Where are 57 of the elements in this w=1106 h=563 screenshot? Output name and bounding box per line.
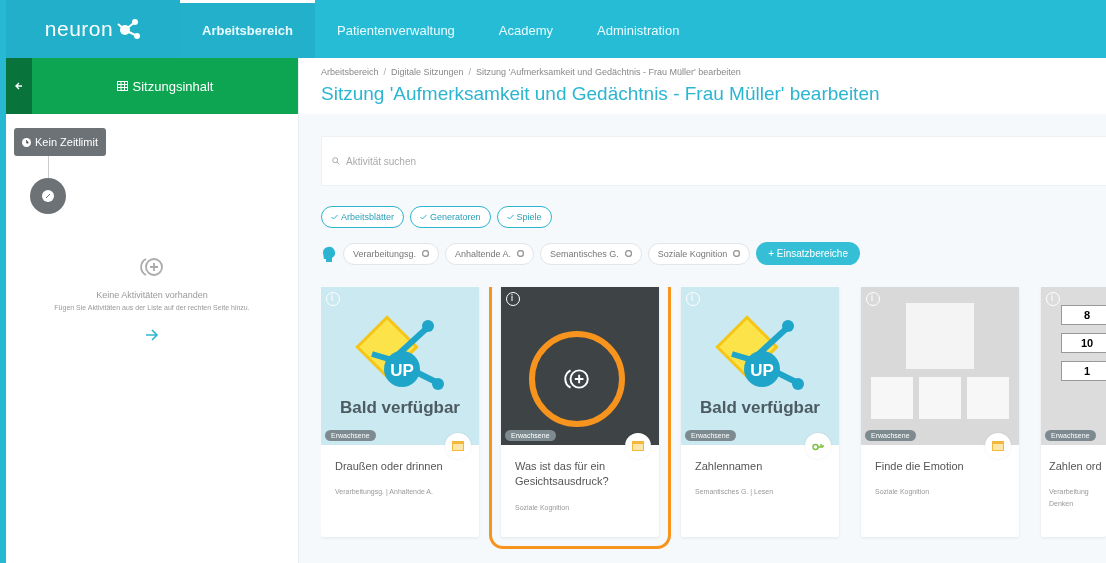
empty-state-title: Keine Aktivitäten vorhanden	[96, 290, 208, 300]
check-icon	[420, 214, 428, 220]
calendar-icon	[452, 441, 464, 451]
photo-placeholder	[906, 303, 974, 369]
logo-text: neuron	[44, 17, 114, 41]
card-title: Zahlennamen	[695, 459, 764, 474]
area-tag-label: Anhaltende A.	[455, 248, 512, 259]
filter-chip[interactable]: Generatoren	[410, 206, 491, 228]
area-tag-label: Semantisches G.	[550, 248, 619, 259]
nav-tab[interactable]: Academy	[476, 0, 576, 58]
calendar-icon	[992, 441, 1004, 451]
back-arrow-icon	[15, 82, 23, 90]
photo-placeholder	[919, 377, 961, 419]
number-tile: 1	[1061, 361, 1106, 381]
area-tag-label: Verarbeitungsg.	[353, 248, 417, 259]
area-tag[interactable]: Verarbeitungsg.	[343, 242, 440, 265]
table-icon	[116, 81, 128, 91]
time-limit-badge[interactable]: Kein Zeitlimit	[14, 128, 106, 156]
nav-tab[interactable]: Administration	[575, 0, 702, 58]
breadcrumb-link[interactable]: Digitale Sitzungen	[391, 67, 464, 77]
number-tile: 8	[1061, 305, 1106, 325]
card-title: Was ist das für ein Gesichtsausdruck?	[515, 459, 610, 490]
sidebar-title: Sitzungsinhalt	[132, 78, 214, 94]
card-title: Finde die Emotion	[875, 459, 965, 474]
page-title: Sitzung 'Aufmerksamkeit und Gedächtnis - Frau Müller' bearbeiten	[321, 83, 881, 105]
pencil-icon	[42, 190, 54, 202]
breadcrumb-separator: /	[468, 67, 472, 77]
area-tag-label: Soziale Kognition	[657, 248, 728, 259]
check-icon	[506, 214, 514, 220]
number-tile: 10	[1061, 333, 1106, 353]
area-tag[interactable]: Anhaltende A.	[445, 242, 535, 265]
coming-soon-caption: Bald verfügbar	[340, 398, 460, 418]
key-icon	[812, 441, 824, 451]
filter-chip[interactable]: Spiele	[496, 206, 552, 228]
add-to-session-highlight[interactable]	[529, 331, 625, 427]
breadcrumb-link[interactable]: Sitzung 'Aufmerksamkeit und Gedächtnis - Frau Müller' bearbeiten	[476, 67, 741, 77]
breadcrumb-separator: /	[383, 67, 387, 77]
molecule-logo-icon	[115, 18, 142, 40]
area-tag[interactable]: Soziale Kognition	[647, 242, 751, 265]
arrow-right-icon	[145, 329, 159, 341]
breadcrumb-link[interactable]: Arbeitsbereich	[321, 67, 379, 77]
filter-chip[interactable]: Arbeitsblätter	[321, 206, 405, 228]
clock-icon	[22, 137, 31, 147]
timeline-node[interactable]	[30, 178, 66, 214]
area-tag[interactable]: Semantisches G.	[540, 242, 642, 265]
search-field[interactable]: Aktivität suchen	[344, 154, 1096, 168]
search-icon	[332, 157, 340, 165]
head-icon	[321, 244, 337, 263]
check-icon	[331, 214, 338, 220]
calendar-icon	[632, 441, 644, 451]
nav-tab[interactable]: Arbeitsbereich	[180, 0, 316, 58]
coming-soon-caption: Bald verfügbar	[700, 398, 820, 418]
photo-placeholder	[871, 377, 913, 419]
nav-tab[interactable]: Patientenverwaltung	[315, 0, 477, 58]
card-title: Draußen oder drinnen	[335, 459, 444, 474]
add-areas-button[interactable]: + Einsatzbereiche	[756, 242, 860, 265]
photo-placeholder	[967, 377, 1009, 419]
